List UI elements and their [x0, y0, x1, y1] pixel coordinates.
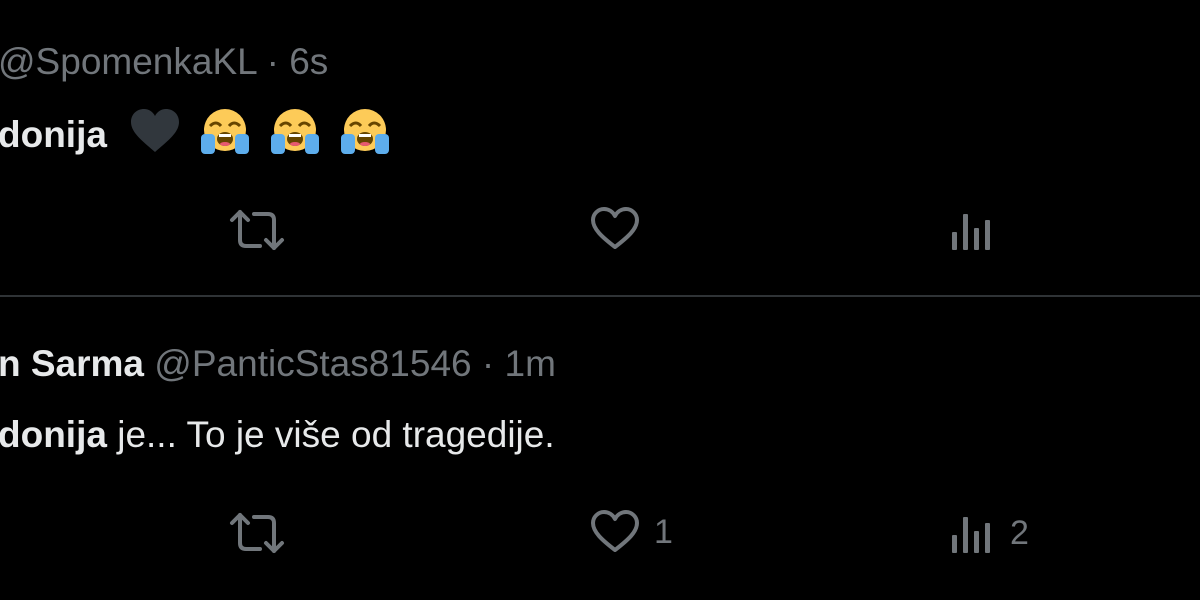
heart-icon [591, 207, 639, 249]
timestamp[interactable]: 6s [289, 41, 328, 82]
user-handle[interactable]: @PanticStas81546 [154, 343, 471, 384]
views-button[interactable] [948, 206, 1010, 254]
tweet-text-rest: je... To je više od tragedije. [106, 414, 555, 455]
retweet-icon [230, 210, 284, 250]
tweet-header: n Sarma @PanticStas81546 · 1m [0, 342, 556, 386]
like-button[interactable]: 1 [590, 509, 673, 555]
loudly-crying-face-emoji [198, 106, 252, 168]
retweet-button[interactable] [228, 206, 300, 254]
heart-icon [591, 510, 639, 552]
tweet-text-bold: donija [0, 414, 107, 455]
tweet-text-bold: donija [0, 113, 107, 155]
user-handle[interactable]: @SpomenkaKL [0, 41, 256, 82]
timestamp[interactable]: 1m [505, 343, 556, 384]
black-heart-emoji [129, 108, 181, 166]
tweet[interactable]: @SpomenkaKL · 6s donija [0, 0, 1200, 296]
retweet-button[interactable] [228, 509, 300, 557]
separator-dot: · [481, 343, 495, 384]
user-display-name[interactable]: n Sarma [0, 343, 144, 384]
bar-chart-icon [952, 214, 990, 250]
tweet-header: @SpomenkaKL · 6s [0, 40, 328, 84]
tweet[interactable]: n Sarma @PanticStas81546 · 1m donija je.… [0, 297, 1200, 600]
like-button[interactable] [590, 206, 654, 252]
views-button[interactable]: 2 [948, 509, 1029, 557]
tweet-text: donija je... To je više od tragedije. [0, 411, 555, 459]
bar-chart-icon [952, 517, 990, 553]
loudly-crying-face-emoji [338, 106, 392, 168]
like-count: 1 [654, 512, 673, 551]
tweet-text: donija [0, 106, 392, 168]
views-count: 2 [1010, 513, 1029, 552]
retweet-icon [230, 513, 284, 553]
loudly-crying-face-emoji [268, 106, 322, 168]
separator-dot: · [266, 41, 279, 82]
